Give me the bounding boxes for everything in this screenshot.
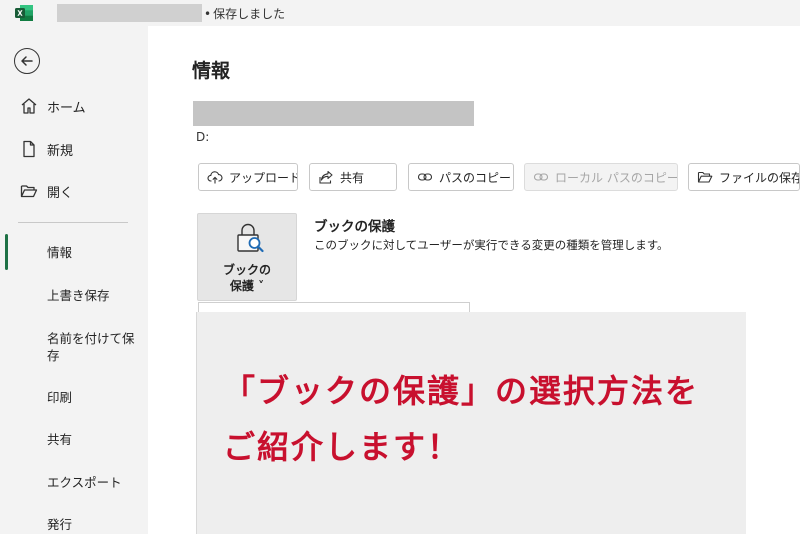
nav-open-label: 開く <box>47 185 74 201</box>
backstage-sidebar: ホーム 新規 開く 情報 上書き保存 名前を付けて保存 印刷 共有 エクスポート… <box>0 26 148 534</box>
nav-share[interactable]: 共有 <box>47 431 139 448</box>
nav-home-label: ホーム <box>47 100 86 116</box>
nav-publish[interactable]: 発行 <box>47 516 139 533</box>
file-path-drive: D: <box>196 130 210 144</box>
share-icon <box>319 170 333 184</box>
caption-line-2: ご紹介します！ <box>223 428 462 466</box>
open-folder-icon <box>20 185 38 198</box>
protect-section-description: このブックに対してユーザーが実行できる変更の種類を管理します。 <box>314 238 669 252</box>
nav-export[interactable]: エクスポート <box>47 474 139 491</box>
protect-section-title: ブックの保護 <box>314 219 395 235</box>
nav-save-as[interactable]: 名前を付けて保存 <box>47 330 139 364</box>
home-icon <box>21 98 37 114</box>
arrow-left-icon <box>21 56 33 66</box>
caption-overlay: 「ブックの保護」の選択方法を ご紹介します！ <box>196 312 746 534</box>
nav-new[interactable]: 新規 <box>0 131 148 167</box>
nav-divider <box>18 222 128 223</box>
back-button[interactable] <box>14 48 40 74</box>
folder-open-icon <box>697 171 713 183</box>
upload-label: アップロード <box>229 170 298 185</box>
share-label: 共有 <box>340 170 365 185</box>
file-save-location-button[interactable]: ファイルの保存 <box>688 163 800 191</box>
lock-search-icon <box>237 223 264 253</box>
nav-open[interactable]: 開く <box>0 173 148 209</box>
excel-logo-icon <box>15 5 33 21</box>
nav-save[interactable]: 上書き保存 <box>47 287 139 304</box>
nav-info[interactable]: 情報 <box>47 244 139 261</box>
file-save-location-label: ファイルの保存 <box>719 170 800 185</box>
protect-button-label-1: ブックの <box>222 263 271 277</box>
upload-button[interactable]: アップロード <box>198 163 298 191</box>
link-icon <box>417 173 433 181</box>
new-document-icon <box>23 140 35 158</box>
title-bar: • 保存しました <box>0 0 800 26</box>
nav-print[interactable]: 印刷 <box>47 389 139 406</box>
save-status: • 保存しました <box>204 7 286 21</box>
copy-path-button[interactable]: パスのコピー <box>408 163 514 191</box>
copy-local-path-button[interactable]: ローカル パスのコピー <box>524 163 678 191</box>
nav-home[interactable]: ホーム <box>0 88 148 124</box>
copy-local-path-label: ローカル パスのコピー <box>555 170 678 185</box>
nav-new-label: 新規 <box>47 143 74 159</box>
copy-path-label: パスのコピー <box>439 170 512 185</box>
protect-workbook-button[interactable]: ブックの 保護 ˅ <box>197 213 297 301</box>
page-title: 情報 <box>192 60 231 82</box>
file-path-redacted <box>193 101 474 126</box>
filename-redacted <box>57 4 202 22</box>
link-icon-disabled <box>533 173 549 181</box>
active-indicator <box>5 234 8 270</box>
caption-line-1: 「ブックの保護」の選択方法を <box>223 372 700 410</box>
share-button[interactable]: 共有 <box>309 163 397 191</box>
cloud-upload-icon <box>207 171 223 184</box>
protect-button-label-2: 保護 ˅ <box>229 279 265 293</box>
